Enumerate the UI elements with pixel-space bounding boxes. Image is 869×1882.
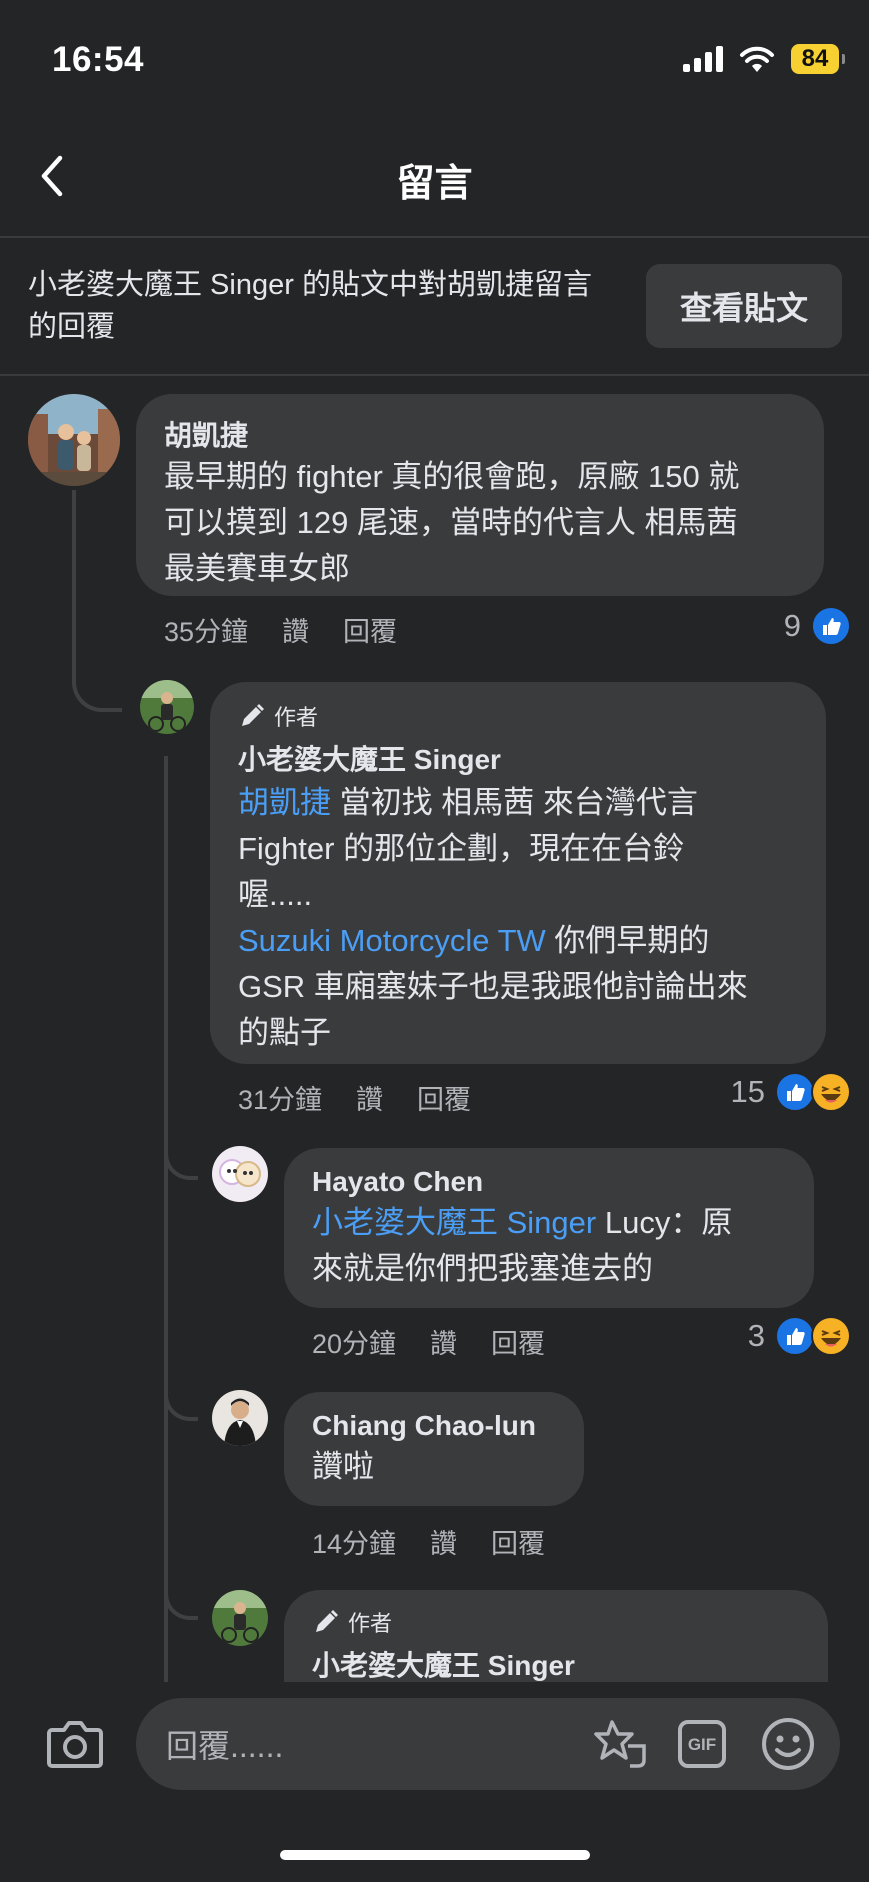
context-description: 小老婆大魔王 Singer 的貼文中對胡凱捷留言的回覆	[28, 269, 592, 343]
author-badge: 作者	[312, 1606, 800, 1638]
header-divider	[0, 236, 869, 238]
comment-time: 31分鐘	[238, 1085, 323, 1115]
comment-bubble[interactable]: 胡凱捷 最早期的 fighter 真的很會跑，原廠 150 就 可以摸到 129…	[136, 394, 824, 596]
reaction-count: 3	[747, 1318, 765, 1353]
thread-connector	[164, 1100, 198, 1180]
status-icons: 84	[683, 44, 845, 74]
emoji-icon[interactable]	[760, 1716, 816, 1772]
like-button[interactable]: 讚	[356, 1078, 383, 1117]
battery-indicator: 84	[791, 44, 845, 74]
comment-text: 最早期的 fighter 真的很會跑，原廠 150 就 可以摸到 129 尾速，…	[164, 459, 740, 586]
comment-bubble[interactable]: 作者 小老婆大魔王 Singer	[284, 1590, 828, 1682]
thread-connector	[164, 1345, 198, 1421]
comment-time: 20分鐘	[312, 1329, 397, 1359]
page-title: 留言	[396, 163, 473, 205]
reply-input[interactable]: 回覆......	[136, 1698, 840, 1790]
comment-text: 胡凱捷 當初找 相馬茜 來台灣代言 Fighter 的那位企劃，現在在台鈴 喔.…	[238, 785, 748, 1050]
haha-icon	[811, 1072, 851, 1112]
signal-icon	[683, 46, 723, 72]
like-button[interactable]: 讚	[430, 1322, 457, 1361]
comment-bubble[interactable]: Chiang Chao-lun 讚啦	[284, 1392, 584, 1506]
comment-clip: 作者 小老婆大魔王 Singer	[284, 1590, 830, 1682]
haha-icon	[811, 1316, 851, 1356]
thread-connector	[72, 490, 122, 712]
like-button[interactable]: 讚	[430, 1522, 457, 1561]
avatar[interactable]	[140, 680, 194, 734]
camera-icon[interactable]	[46, 1718, 104, 1770]
mention-link[interactable]: 小老婆大魔王 Singer	[312, 1205, 596, 1240]
comment-text: 讚啦	[312, 1449, 374, 1484]
like-icon	[775, 1316, 815, 1356]
comment-meta: 20分鐘 讚 回覆	[312, 1322, 545, 1361]
reaction-summary[interactable]: 15	[731, 1072, 851, 1112]
author-badge: 作者	[238, 700, 798, 732]
reply-button[interactable]: 回覆	[491, 1522, 545, 1561]
comment-text: 小老婆大魔王 Singer Lucy：原 來就是你們把我塞進去的	[312, 1205, 733, 1286]
comment-bubble[interactable]: Hayato Chen 小老婆大魔王 Singer Lucy：原 來就是你們把我…	[284, 1148, 814, 1308]
like-icon	[811, 606, 851, 646]
comment-meta: 35分鐘 讚 回覆	[164, 610, 397, 649]
avatar[interactable]	[212, 1590, 268, 1646]
reply-button[interactable]: 回覆	[491, 1322, 545, 1361]
comment-meta: 31分鐘 讚 回覆	[238, 1078, 471, 1117]
pen-icon	[242, 704, 264, 726]
home-indicator	[280, 1850, 590, 1860]
comment-time: 14分鐘	[312, 1529, 397, 1559]
reaction-count: 15	[730, 1074, 765, 1109]
thread-connector	[164, 1540, 198, 1620]
gif-icon[interactable]: GIF	[678, 1720, 726, 1768]
svg-text:GIF: GIF	[688, 1735, 716, 1754]
like-icon	[775, 1072, 815, 1112]
like-button[interactable]: 讚	[282, 610, 309, 649]
reaction-count: 9	[783, 608, 801, 643]
status-time: 16:54	[52, 40, 145, 79]
mention-link[interactable]: Suzuki Motorcycle TW	[238, 923, 546, 958]
mention-link[interactable]: 胡凱捷	[238, 785, 331, 820]
reaction-summary[interactable]: 9	[784, 606, 851, 646]
comment-author[interactable]: 小老婆大魔王 Singer	[238, 738, 798, 778]
comment-bubble[interactable]: 作者 小老婆大魔王 Singer 胡凱捷 當初找 相馬茜 來台灣代言 Fight…	[210, 682, 826, 1064]
pen-icon	[316, 1610, 338, 1632]
avatar[interactable]	[28, 394, 120, 486]
comment-author[interactable]: Chiang Chao-lun	[312, 1410, 556, 1442]
reaction-summary[interactable]: 3	[748, 1316, 851, 1356]
wifi-icon	[740, 46, 774, 72]
sticker-icon[interactable]	[592, 1716, 648, 1772]
avatar[interactable]	[212, 1390, 268, 1446]
view-post-button[interactable]: 查看貼文	[646, 264, 842, 348]
comment-time: 35分鐘	[164, 617, 249, 647]
avatar[interactable]	[212, 1146, 268, 1202]
comment-author[interactable]: Hayato Chen	[312, 1166, 786, 1198]
comment-author[interactable]: 小老婆大魔王 Singer	[312, 1644, 800, 1682]
reply-button[interactable]: 回覆	[343, 610, 397, 649]
reply-button[interactable]: 回覆	[417, 1078, 471, 1117]
comment-author[interactable]: 胡凱捷	[164, 414, 796, 454]
comment-meta: 14分鐘 讚 回覆	[312, 1522, 545, 1561]
context-divider	[0, 374, 869, 376]
